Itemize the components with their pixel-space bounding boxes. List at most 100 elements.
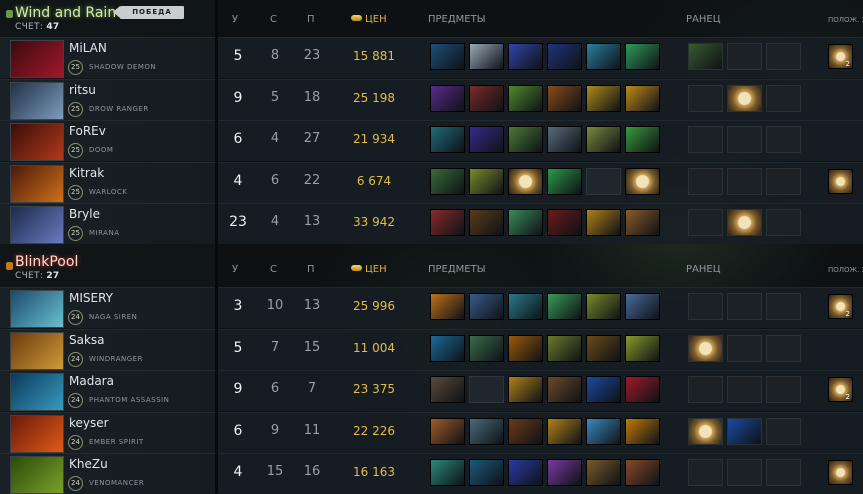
player-name[interactable]: Saksa xyxy=(69,333,105,347)
player-name[interactable]: ritsu xyxy=(69,83,96,97)
item-icon[interactable] xyxy=(586,126,621,154)
item-icon[interactable] xyxy=(547,293,582,320)
item-icon[interactable] xyxy=(547,459,582,487)
item-icon[interactable] xyxy=(469,293,504,320)
item-icon[interactable] xyxy=(586,293,621,320)
player-name[interactable]: MISERY xyxy=(69,291,113,305)
item-icon[interactable] xyxy=(508,209,543,237)
item-icon[interactable] xyxy=(469,459,504,487)
deaths-value: 6 xyxy=(270,381,280,397)
item-icon[interactable] xyxy=(430,334,465,362)
player-row[interactable]: Saksa 24 WINDRANGER xyxy=(0,328,215,370)
item-icon[interactable] xyxy=(508,334,543,362)
neutral-item-icon[interactable]: 2 xyxy=(828,377,853,403)
item-icon[interactable] xyxy=(625,334,660,362)
item-icon[interactable] xyxy=(547,376,582,404)
player-row[interactable]: Kitrak 25 WARLOCK xyxy=(0,161,215,203)
item-icon[interactable] xyxy=(586,459,621,487)
item-icon[interactable] xyxy=(547,209,582,237)
item-icon[interactable] xyxy=(547,417,582,445)
item-icon[interactable] xyxy=(586,334,621,362)
item-icon[interactable] xyxy=(469,209,504,237)
victory-badge: ПОБЕДА xyxy=(113,6,184,19)
kills-value: 6 xyxy=(233,131,243,148)
item-icon[interactable] xyxy=(430,209,465,237)
player-row[interactable]: MiLAN 25 SHADOW DEMON xyxy=(0,37,215,78)
item-icon[interactable] xyxy=(625,417,660,445)
item-icon[interactable] xyxy=(625,209,660,237)
networth-value: 6 674 xyxy=(356,173,392,188)
item-icon[interactable] xyxy=(625,126,660,154)
item-icon[interactable] xyxy=(547,334,582,362)
item-icon[interactable] xyxy=(469,417,504,445)
item-icon[interactable] xyxy=(508,459,543,487)
hero-name: WINDRANGER xyxy=(89,354,143,363)
item-icon[interactable] xyxy=(469,84,504,112)
player-row[interactable]: MISERY 24 NAGA SIREN xyxy=(0,287,215,328)
item-icon[interactable] xyxy=(586,417,621,445)
item-icon[interactable] xyxy=(508,293,543,320)
item-icon[interactable] xyxy=(547,43,582,70)
item-icon[interactable] xyxy=(625,376,660,404)
item-icon[interactable] xyxy=(586,43,621,70)
item-icon[interactable] xyxy=(547,167,582,195)
item-icon[interactable] xyxy=(430,293,465,320)
player-name[interactable]: Madara xyxy=(69,374,114,388)
neutral-item-icon[interactable]: 2 xyxy=(828,44,853,69)
item-icon[interactable] xyxy=(625,43,660,70)
backpack-scroll-icon[interactable] xyxy=(688,334,723,362)
item-icon[interactable] xyxy=(508,43,543,70)
player-name[interactable]: keyser xyxy=(69,416,109,430)
neutral-item-icon[interactable] xyxy=(828,168,853,194)
player-name[interactable]: KheZu xyxy=(69,457,108,471)
assists-value: 18 xyxy=(303,89,321,105)
backpack-scroll-icon[interactable] xyxy=(688,417,723,445)
backpack-scroll-icon[interactable] xyxy=(727,209,762,237)
backpack-scroll-icon[interactable] xyxy=(727,84,762,112)
item-icon[interactable] xyxy=(586,209,621,237)
item-icon[interactable] xyxy=(625,84,660,112)
item-icon[interactable] xyxy=(625,459,660,487)
item-icon[interactable] xyxy=(586,376,621,404)
item-icon[interactable] xyxy=(430,417,465,445)
item-icon[interactable] xyxy=(625,293,660,320)
networth-header: ЦЕН xyxy=(351,264,387,275)
player-name[interactable]: Bryle xyxy=(69,207,100,221)
item-icon[interactable] xyxy=(508,417,543,445)
backpack-item-icon[interactable] xyxy=(688,43,723,70)
item-icon[interactable] xyxy=(469,126,504,154)
item-icon[interactable] xyxy=(508,84,543,112)
player-row[interactable]: FoREv 25 DOOM xyxy=(0,120,215,162)
player-row[interactable]: Bryle 25 MIRANA xyxy=(0,203,215,245)
item-icon[interactable] xyxy=(547,126,582,154)
item-icon[interactable] xyxy=(469,43,504,70)
item-icon[interactable] xyxy=(430,84,465,112)
neutral-item-icon[interactable]: 2 xyxy=(828,294,853,319)
player-name[interactable]: FoREv xyxy=(69,124,106,138)
item-icon[interactable] xyxy=(586,84,621,112)
neutral-header: ПОЛОЖ. З xyxy=(828,16,863,24)
player-name[interactable]: Kitrak xyxy=(69,166,104,180)
item-icon[interactable] xyxy=(547,84,582,112)
item-icon[interactable] xyxy=(430,43,465,70)
neutral-item-icon[interactable] xyxy=(828,460,853,486)
item-icon[interactable] xyxy=(430,459,465,487)
deaths-value: 7 xyxy=(270,339,280,355)
player-name[interactable]: MiLAN xyxy=(69,41,107,55)
item-icon[interactable] xyxy=(430,126,465,154)
scroll-item-icon[interactable] xyxy=(625,167,660,195)
item-icon[interactable] xyxy=(508,376,543,404)
player-row[interactable]: Madara 24 PHANTOM ASSASSIN xyxy=(0,370,215,412)
player-row[interactable]: keyser 24 EMBER SPIRIT xyxy=(0,411,215,453)
item-icon[interactable] xyxy=(469,334,504,362)
player-row[interactable]: KheZu 24 VENOMANCER xyxy=(0,453,215,494)
item-icon[interactable] xyxy=(508,126,543,154)
networth-value: 11 004 xyxy=(353,340,395,355)
hero-name: PHANTOM ASSASSIN xyxy=(89,396,170,405)
scroll-item-icon[interactable] xyxy=(508,167,543,195)
item-icon[interactable] xyxy=(430,167,465,195)
backpack-item-icon[interactable] xyxy=(727,417,762,445)
item-icon[interactable] xyxy=(430,376,465,404)
player-row[interactable]: ritsu 25 DROW RANGER xyxy=(0,78,215,120)
item-icon[interactable] xyxy=(469,167,504,195)
